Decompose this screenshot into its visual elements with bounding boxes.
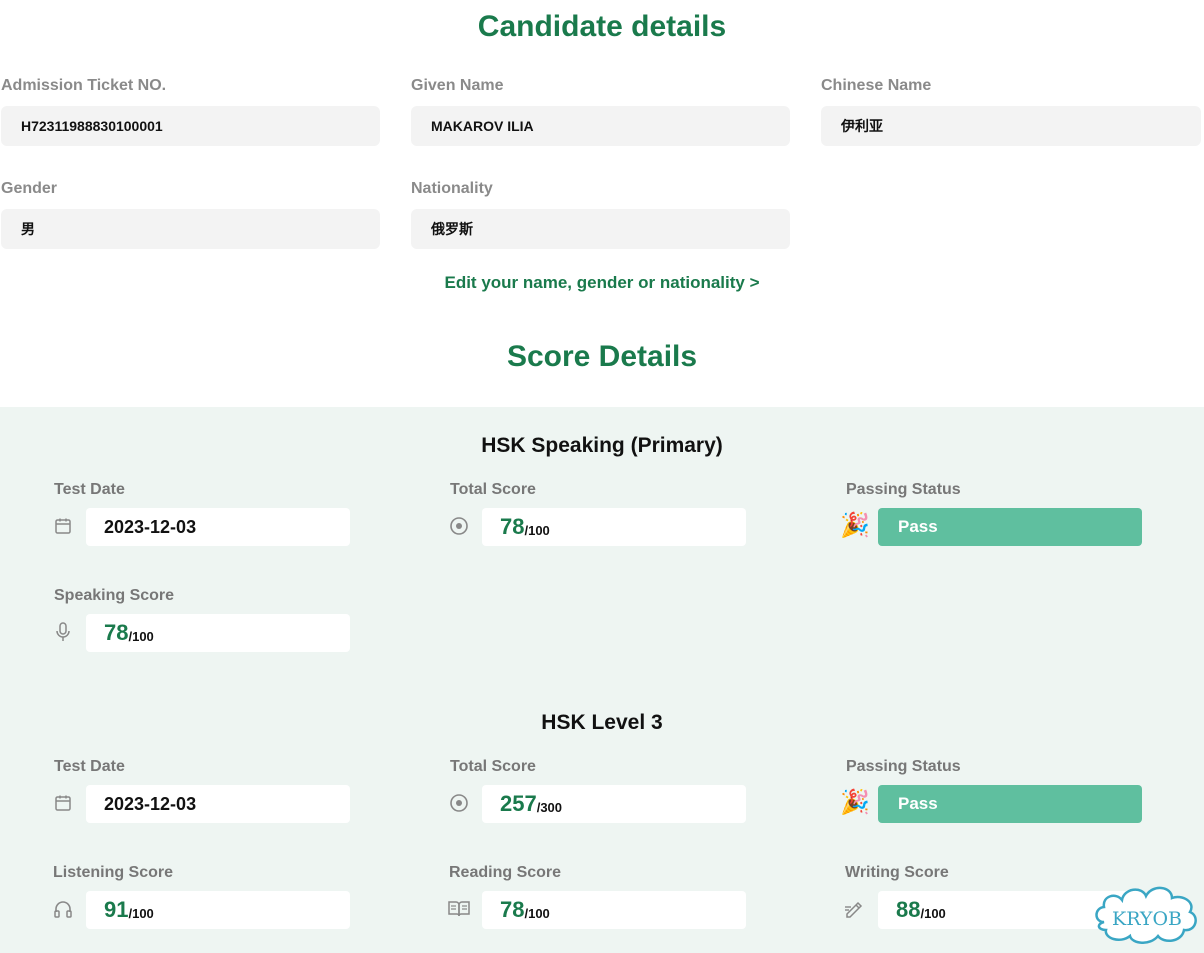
gender-value: 男 <box>21 221 35 237</box>
gender-field: 男 <box>1 209 380 249</box>
test-date-label: Test Date <box>54 481 125 498</box>
chinese-name-label: Chinese Name <box>821 77 932 94</box>
total-score-value: 78 <box>500 514 525 539</box>
score-details-title: Score Details <box>506 340 698 373</box>
watermark-text: KRYOB <box>1112 908 1182 930</box>
speaking-score-field: 78/100 <box>86 614 350 652</box>
book-icon <box>448 898 470 920</box>
admission-ticket-value: H72311988830100001 <box>21 118 163 134</box>
reading-score-label: Reading Score <box>449 864 562 881</box>
target-icon <box>448 515 470 537</box>
passing-status-value: Pass <box>898 794 938 813</box>
calendar-icon <box>52 515 74 537</box>
pencil-icon <box>844 898 866 920</box>
speaking-score-max: /100 <box>128 628 154 644</box>
listening-score-field: 91/100 <box>86 891 350 929</box>
calendar-icon <box>52 792 74 814</box>
total-score-label: Total Score <box>450 481 536 498</box>
total-score-value: 257 <box>500 791 537 816</box>
test-date-value: 2023-12-03 <box>104 793 197 814</box>
admission-ticket-field: H72311988830100001 <box>1 106 380 146</box>
test-date-label: Test Date <box>54 758 125 775</box>
target-icon <box>448 792 470 814</box>
headphones-icon <box>52 898 74 920</box>
nationality-field: 俄罗斯 <box>411 209 790 249</box>
nationality-label: Nationality <box>411 180 493 197</box>
party-popper-icon: 🎉 <box>840 789 870 816</box>
test-date-field: 2023-12-03 <box>86 785 350 823</box>
total-score-label: Total Score <box>450 758 536 775</box>
edit-profile-link[interactable]: Edit your name, gender or nationality > <box>0 273 1204 293</box>
listening-score-max: /100 <box>128 905 154 921</box>
exam-title-level3: HSK Level 3 <box>541 711 663 734</box>
score-panel: HSK Speaking (Primary) Test Date 2023-12… <box>0 407 1204 953</box>
exam-title-speaking: HSK Speaking (Primary) <box>481 434 723 457</box>
test-date-field: 2023-12-03 <box>86 508 350 546</box>
candidate-details-title: Candidate details <box>477 10 727 43</box>
writing-score-value: 88 <box>896 897 921 922</box>
given-name-value: MAKAROV ILIA <box>431 118 534 134</box>
passing-status-badge: Pass <box>878 785 1142 823</box>
total-score-max: /100 <box>524 522 550 538</box>
microphone-icon <box>52 621 74 643</box>
total-score-field: 78/100 <box>482 508 746 546</box>
listening-score-value: 91 <box>104 897 129 922</box>
given-name-label: Given Name <box>411 77 504 94</box>
reading-score-value: 78 <box>500 897 525 922</box>
gender-label: Gender <box>1 180 58 197</box>
test-date-value: 2023-12-03 <box>104 516 197 537</box>
given-name-field: MAKAROV ILIA <box>411 106 790 146</box>
speaking-score-value: 78 <box>104 620 129 645</box>
admission-ticket-label: Admission Ticket NO. <box>1 77 167 94</box>
passing-status-badge: Pass <box>878 508 1142 546</box>
passing-status-value: Pass <box>898 517 938 536</box>
reading-score-max: /100 <box>524 905 550 921</box>
party-popper-icon: 🎉 <box>840 512 870 539</box>
total-score-max: /300 <box>536 799 563 815</box>
writing-score-max: /100 <box>920 905 946 921</box>
reading-score-field: 78/100 <box>482 891 746 929</box>
listening-score-label: Listening Score <box>53 864 174 881</box>
speaking-score-label: Speaking Score <box>54 587 175 604</box>
chinese-name-value: 伊利亚 <box>841 118 883 134</box>
nationality-value: 俄罗斯 <box>431 221 473 237</box>
watermark-logo: KRYOB <box>1092 880 1202 950</box>
total-score-field: 257/300 <box>482 785 746 823</box>
passing-status-label: Passing Status <box>846 758 961 775</box>
chinese-name-field: 伊利亚 <box>821 106 1201 146</box>
passing-status-label: Passing Status <box>846 481 961 498</box>
writing-score-label: Writing Score <box>845 864 949 881</box>
